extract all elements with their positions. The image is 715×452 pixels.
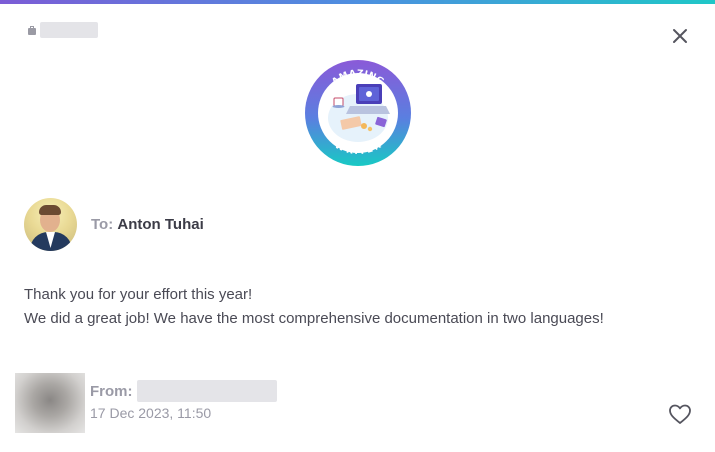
to-label: To: [91, 216, 114, 233]
message-line: We did a great job! We have the most com… [24, 310, 604, 327]
recipient-line: To: Anton Tuhai [91, 216, 204, 233]
recipient-avatar [24, 198, 77, 251]
redacted-sender-name [136, 380, 277, 402]
sender-line: From: [90, 380, 277, 402]
redacted-header-text [40, 22, 98, 38]
recipient-row: To: Anton Tuhai [24, 198, 204, 251]
recipient-name: Anton Tuhai [117, 216, 204, 233]
like-button[interactable] [668, 403, 692, 425]
heart-icon [669, 404, 691, 424]
header-tag [28, 22, 98, 38]
close-icon [673, 29, 687, 43]
briefcase-icon [28, 25, 36, 35]
achievement-badge: AMAZING WRITER [304, 58, 412, 168]
from-label: From: [90, 382, 133, 400]
sender-avatar [15, 373, 85, 433]
close-button[interactable] [668, 24, 692, 48]
message-text: Thank you for your effort this year! We … [24, 283, 604, 331]
message-line: Thank you for your effort this year! [24, 286, 253, 303]
top-gradient-bar [0, 0, 715, 4]
timestamp: 17 Dec 2023, 11:50 [90, 405, 212, 421]
